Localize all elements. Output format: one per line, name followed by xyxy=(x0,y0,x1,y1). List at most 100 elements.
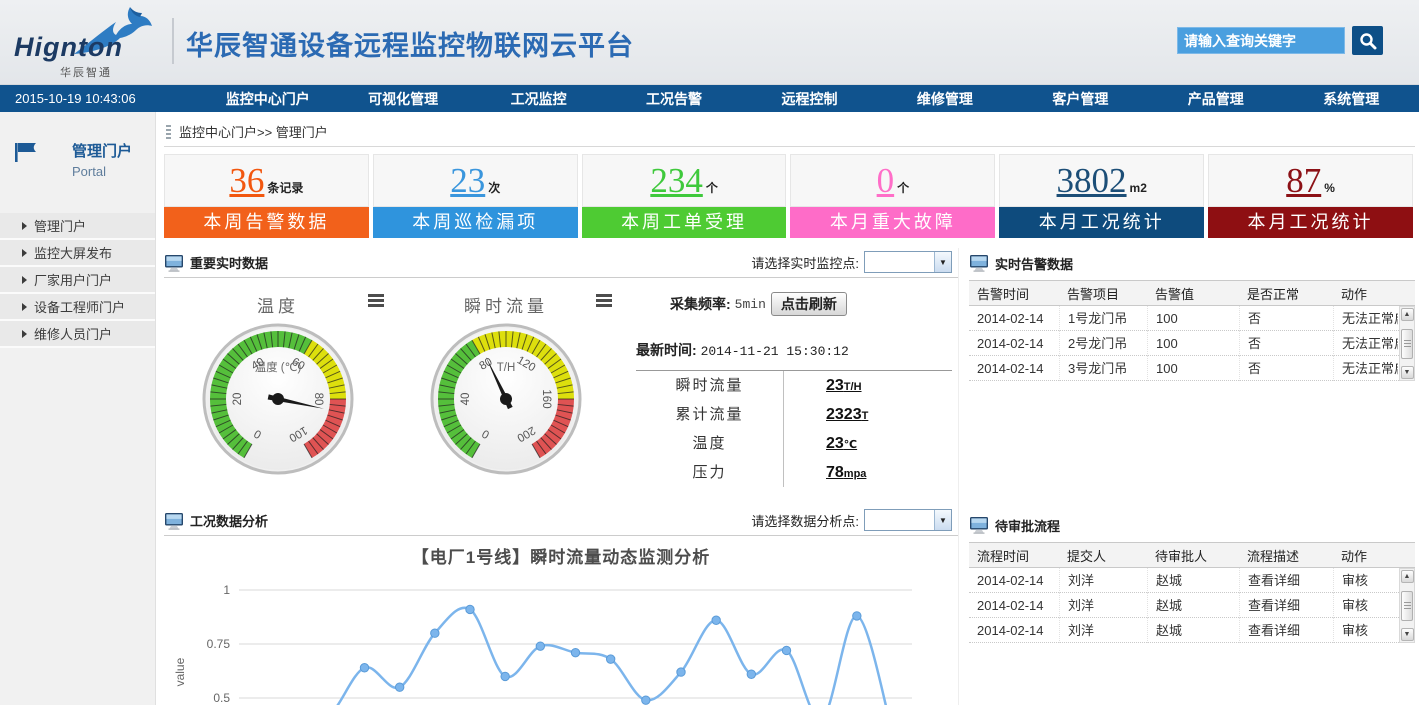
table-row-2[interactable]: 2014-02-14刘洋赵城查看详细审核 xyxy=(969,618,1415,643)
flow-line-chart: 10.750.50.250value xyxy=(164,570,958,705)
nav-item-7[interactable]: 产品管理 xyxy=(1148,89,1283,109)
stat-card-5[interactable]: 87% 本月工况统计 xyxy=(1208,154,1413,238)
chart-title: 【电厂1号线】瞬时流量动态监测分析 xyxy=(164,543,958,568)
sidebar-menu: 管理门户监控大屏发布厂家用户门户设备工程师门户维修人员门户 xyxy=(0,213,155,348)
stat-value: 23 xyxy=(450,163,485,198)
combo-arrow-icon: ▼ xyxy=(934,252,951,272)
stat-card-3[interactable]: 0个本月重大故障 xyxy=(790,154,995,238)
stat-card-0[interactable]: 36条记录本周告警数据 xyxy=(164,154,369,238)
nav-item-2[interactable]: 工况监控 xyxy=(471,89,606,109)
logo-subtext: 华辰智通 xyxy=(60,64,112,80)
portal-header[interactable]: 管理门户 Portal xyxy=(0,112,155,199)
monitor-icon xyxy=(969,516,989,534)
nav-items: 监控中心门户可视化管理工况监控工况告警远程控制维修管理客户管理产品管理系统管理 xyxy=(200,89,1419,109)
scroll-thumb[interactable] xyxy=(1401,329,1413,359)
flow-gauge-block: 瞬时流量 04080120160200T/H xyxy=(392,278,620,492)
logo-text: Hignton xyxy=(14,32,123,63)
scroll-down-icon[interactable]: ▼ xyxy=(1401,366,1414,379)
table-row-0[interactable]: 2014-02-141号龙门吊100否无法正常启动 xyxy=(969,306,1415,331)
nav-item-4[interactable]: 远程控制 xyxy=(742,89,877,109)
table-row-1[interactable]: 2014-02-142号龙门吊100否无法正常启动 xyxy=(969,331,1415,356)
table-row-1[interactable]: 2014-02-14刘洋赵城查看详细审核 xyxy=(969,593,1415,618)
chart-context-menu-icon[interactable] xyxy=(368,294,384,309)
temperature-gauge: 020406080100温度 (℃) xyxy=(164,319,392,479)
triangle-icon xyxy=(22,249,27,257)
stat-card-2[interactable]: 234个本周工单受理 xyxy=(582,154,787,238)
nav-item-8[interactable]: 系统管理 xyxy=(1284,89,1419,109)
alarm-panel: 实时告警数据 告警时间告警项目告警值是否正常动作2014-02-141号龙门吊1… xyxy=(969,248,1415,381)
stat-label[interactable]: 本周巡检漏项 xyxy=(373,207,578,238)
stat-label[interactable]: 本周工单受理 xyxy=(582,207,787,238)
analysis-point-select[interactable]: ▼ xyxy=(864,509,952,531)
nav-item-3[interactable]: 工况告警 xyxy=(606,89,741,109)
realtime-info-panel: 采集频率: 5min 点击刷新 最新时间: 2014-11-21 15:30:1… xyxy=(620,278,958,492)
monitor-icon xyxy=(969,254,989,272)
metric-row-2: 温度23℃ xyxy=(636,429,952,458)
refresh-button[interactable]: 点击刷新 xyxy=(771,292,847,316)
alarm-panel-header: 实时告警数据 xyxy=(969,248,1415,278)
search-input[interactable] xyxy=(1177,27,1345,54)
stat-label[interactable]: 本月工况统计 xyxy=(1208,207,1413,238)
stat-unit: 个 xyxy=(706,179,718,196)
svg-text:value: value xyxy=(173,657,187,686)
breadcrumb-text: 监控中心门户>> 管理门户 xyxy=(179,122,328,141)
nav-item-5[interactable]: 维修管理 xyxy=(877,89,1012,109)
triangle-icon xyxy=(22,330,27,338)
stat-label[interactable]: 本月工况统计 xyxy=(999,207,1204,238)
search-button[interactable] xyxy=(1352,26,1383,55)
temperature-gauge-block: 温度 020406080100温度 (℃) xyxy=(164,278,392,492)
search-area xyxy=(1177,26,1383,55)
breadcrumb: 监控中心门户>> 管理门户 xyxy=(164,117,1415,147)
analysis-section-title: 工况数据分析 xyxy=(190,511,268,530)
sidebar-item-4[interactable]: 维修人员门户 xyxy=(0,321,155,348)
approval-table: 流程时间提交人待审批人流程描述动作2014-02-14刘洋赵城查看详细审核201… xyxy=(969,542,1415,643)
nav-item-6[interactable]: 客户管理 xyxy=(1013,89,1148,109)
table-row-2[interactable]: 2014-02-143号龙门吊100否无法正常启动 xyxy=(969,356,1415,381)
chart-context-menu-icon[interactable] xyxy=(596,294,612,309)
svg-text:温度 (℃): 温度 (℃) xyxy=(255,360,302,374)
stat-unit: 次 xyxy=(488,179,500,196)
sidebar-item-1[interactable]: 监控大屏发布 xyxy=(0,240,155,267)
stat-card-4[interactable]: 3802m2本月工况统计 xyxy=(999,154,1204,238)
sidebar-item-3[interactable]: 设备工程师门户 xyxy=(0,294,155,321)
stat-value: 36 xyxy=(229,163,264,198)
scroll-up-icon[interactable]: ▲ xyxy=(1401,308,1414,321)
sidebar-item-2[interactable]: 厂家用户门户 xyxy=(0,267,155,294)
table-scrollbar[interactable]: ▲▼ xyxy=(1399,306,1415,381)
nav-item-1[interactable]: 可视化管理 xyxy=(335,89,470,109)
monitor-point-select[interactable]: ▼ xyxy=(864,251,952,273)
scroll-down-icon[interactable]: ▼ xyxy=(1401,628,1414,641)
svg-text:T/H: T/H xyxy=(497,362,516,374)
nav-item-0[interactable]: 监控中心门户 xyxy=(200,89,335,109)
metrics-table: 瞬时流量23T/H累计流量2323T温度23℃压力78mpa xyxy=(636,370,952,487)
alarm-table: 告警时间告警项目告警值是否正常动作2014-02-141号龙门吊100否无法正常… xyxy=(969,280,1415,381)
svg-text:80: 80 xyxy=(312,393,324,406)
table-scrollbar[interactable]: ▲▼ xyxy=(1399,568,1415,643)
scroll-up-icon[interactable]: ▲ xyxy=(1401,570,1414,583)
stat-value: 0 xyxy=(877,163,895,198)
metric-row-1: 累计流量2323T xyxy=(636,400,952,429)
stat-unit: % xyxy=(1324,181,1335,195)
left-column: 重要实时数据 请选择实时监控点: ▼ 温度 020406080100温度 (℃) xyxy=(164,248,958,705)
stat-value: 234 xyxy=(650,163,703,198)
flow-gauge: 04080120160200T/H xyxy=(392,319,620,479)
stat-value: 87 xyxy=(1286,163,1321,198)
stat-label[interactable]: 本月重大故障 xyxy=(790,207,995,238)
portal-subtitle: Portal xyxy=(72,164,155,179)
logo: Hignton 华辰智通 xyxy=(8,6,168,80)
table-row-0[interactable]: 2014-02-14刘洋赵城查看详细审核 xyxy=(969,568,1415,593)
scroll-thumb[interactable] xyxy=(1401,591,1413,621)
table-header: 告警时间告警项目告警值是否正常动作 xyxy=(969,280,1415,306)
approval-panel-header: 待审批流程 xyxy=(969,510,1415,540)
nav-timestamp: 2015-10-19 10:43:06 xyxy=(0,91,200,106)
search-icon xyxy=(1359,32,1377,50)
svg-text:40: 40 xyxy=(460,393,472,406)
stats-row: 36条记录本周告警数据23次本周巡检漏项234个本周工单受理0个本月重大故障38… xyxy=(164,154,1413,238)
monitor-point-select-label: 请选择实时监控点: xyxy=(751,253,859,272)
right-column: 实时告警数据 告警时间告警项目告警值是否正常动作2014-02-141号龙门吊1… xyxy=(958,248,1415,705)
stat-card-1[interactable]: 23次本周巡检漏项 xyxy=(373,154,578,238)
site-title: 华辰智通设备远程监控物联网云平台 xyxy=(186,24,634,63)
sidebar-item-0[interactable]: 管理门户 xyxy=(0,213,155,240)
stat-label[interactable]: 本周告警数据 xyxy=(164,207,369,238)
collect-freq-value: 5min xyxy=(735,297,766,312)
